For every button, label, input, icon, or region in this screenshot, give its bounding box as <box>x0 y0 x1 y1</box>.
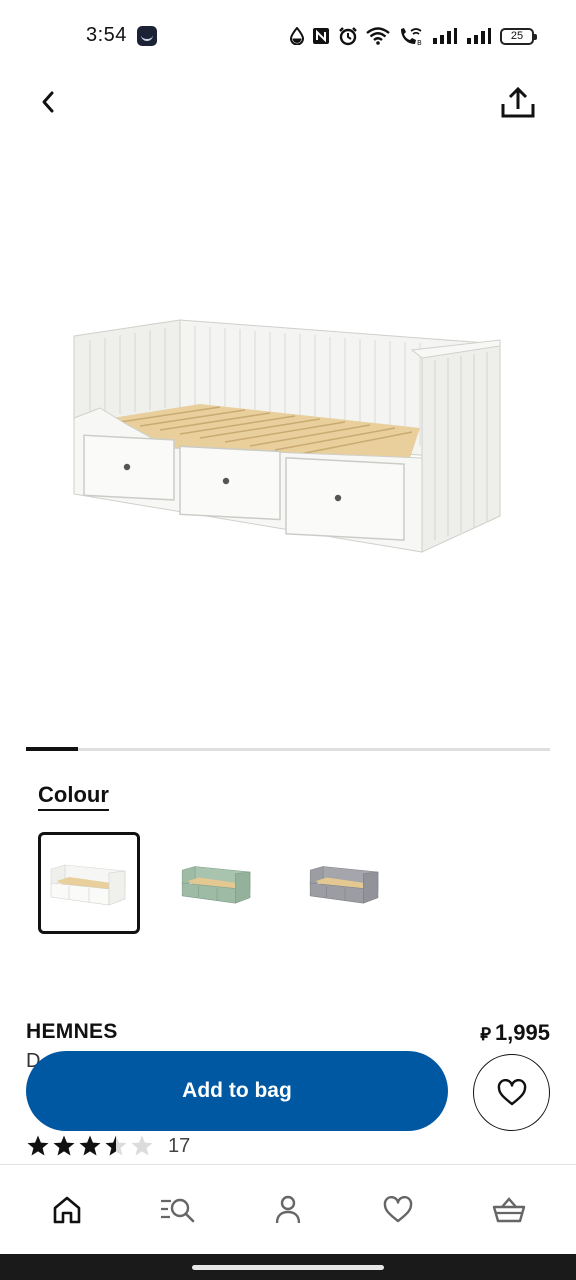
colour-option-green[interactable] <box>166 832 268 934</box>
profile-icon <box>275 1195 301 1223</box>
add-to-bag-button[interactable]: Add to bag <box>26 1051 448 1131</box>
product-price: ⃁ 1,995 <box>480 1020 550 1046</box>
nav-favourites[interactable] <box>368 1180 428 1240</box>
data-saver-icon <box>290 25 304 47</box>
wifi-calling-icon: B <box>398 25 424 47</box>
nav-profile[interactable] <box>258 1180 318 1240</box>
product-name: HEMNES <box>26 1020 118 1043</box>
star-full-icon <box>53 1135 75 1156</box>
bottom-navigation <box>0 1164 576 1254</box>
status-icons: B 25 <box>290 24 537 48</box>
daybed-thumbnail-white <box>50 864 126 906</box>
chevron-left-icon <box>42 91 54 113</box>
back-button[interactable] <box>30 84 66 120</box>
wifi-icon <box>366 25 390 47</box>
star-full-icon <box>27 1135 49 1156</box>
status-bar: 3:54 B 25 <box>0 0 576 72</box>
daybed-thumbnail-green <box>181 866 251 904</box>
share-button[interactable] <box>498 84 538 122</box>
status-time: 3:54 <box>86 24 127 46</box>
heart-icon <box>384 1195 413 1222</box>
heart-icon <box>497 1078 526 1105</box>
favourite-button[interactable] <box>473 1054 550 1131</box>
share-icon <box>501 87 535 118</box>
battery-indicator: 25 <box>500 27 537 45</box>
gesture-handle[interactable] <box>192 1265 384 1270</box>
review-count: 17 <box>168 1134 191 1157</box>
alarm-icon <box>338 25 358 47</box>
colour-option-white[interactable] <box>38 832 140 934</box>
star-half-icon <box>105 1135 127 1156</box>
signal-icon <box>432 25 458 47</box>
colour-option-grey[interactable] <box>294 832 396 934</box>
nav-home[interactable] <box>37 1180 97 1240</box>
image-carousel-indicator[interactable] <box>26 747 550 751</box>
app-notification-icon <box>137 26 157 46</box>
daybed-thumbnail-grey <box>309 866 379 904</box>
signal-icon <box>466 25 492 47</box>
nfc-icon <box>312 25 330 47</box>
carousel-progress <box>26 747 79 751</box>
search-icon <box>160 1198 194 1222</box>
star-full-icon <box>79 1135 101 1156</box>
product-rating[interactable]: 17 <box>26 1134 190 1158</box>
currency-symbol: ⃁ <box>480 1024 491 1044</box>
price-value: 1,995 <box>494 1020 550 1045</box>
svg-text:B: B <box>417 39 422 46</box>
star-empty-icon <box>131 1135 153 1156</box>
system-gesture-bar <box>0 1254 576 1280</box>
nav-bag[interactable] <box>479 1180 539 1240</box>
basket-icon <box>492 1196 525 1222</box>
nav-search[interactable] <box>148 1180 208 1240</box>
product-image[interactable] <box>60 300 516 570</box>
home-icon <box>53 1196 81 1223</box>
colour-label: Colour <box>38 782 109 811</box>
